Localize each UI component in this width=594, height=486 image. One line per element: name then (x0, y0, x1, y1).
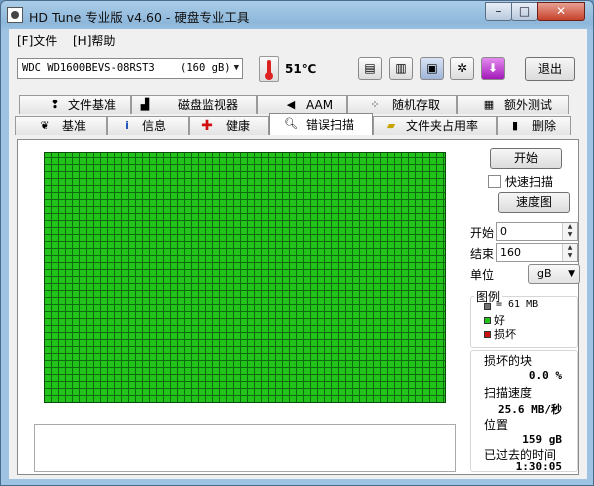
tab-label: 随机存取 (392, 98, 441, 112)
spinner-arrows-icon[interactable]: ▲ ▼ (562, 244, 577, 261)
scan-speed-label: 扫描速度 (484, 386, 533, 400)
position-label: 位置 (484, 418, 509, 432)
client-area: [F]文件 [H]帮助 WDC WD1600BEVS-08RST3 (160 g… (9, 29, 587, 479)
app-icon (7, 7, 23, 23)
tab-disk-monitor[interactable]: ▟ 磁盘监视器 (131, 95, 257, 114)
elapsed-time-value: 1:30:05 (515, 460, 562, 473)
end-position-value: 160 (500, 246, 521, 259)
menu-help[interactable]: [H]帮助 (73, 32, 115, 49)
tab-label: 磁盘监视器 (178, 98, 239, 112)
tab-file-benchmark[interactable]: ❢ 文件基准 (19, 95, 131, 114)
start-position-value: 0 (500, 225, 507, 238)
copy-text-icon[interactable]: ▤ (358, 57, 382, 80)
tab-label: 基准 (62, 119, 87, 133)
quick-scan-checkbox[interactable] (488, 175, 501, 188)
file-benchmark-icon: ❢ (50, 98, 60, 111)
title-bar[interactable]: HD Tune 专业版 v4.60 - 硬盘专业工具 – □ ✕ (1, 1, 594, 29)
tab-info[interactable]: i 信息 (107, 116, 189, 135)
temperature-value: 51℃ (285, 62, 317, 76)
legend-block-swatch (484, 303, 491, 310)
tab-label: 错误扫描 (306, 118, 355, 132)
scan-block-map (44, 152, 446, 403)
chevron-down-icon: ▼ (233, 63, 239, 73)
close-button[interactable]: ✕ (537, 2, 585, 21)
settings-icon[interactable]: ✲ (450, 57, 474, 80)
scan-log-box[interactable] (34, 424, 456, 472)
tab-random-access[interactable]: ⁘ 随机存取 (347, 95, 457, 114)
spinner-arrows-icon[interactable]: ▲ ▼ (562, 223, 577, 240)
legend-bad-label: 损坏 (494, 328, 516, 341)
error-scan-panel: 开始 快速扫描 速度图 开始 0 ▲ ▼ 结束 160 ▲ ▼ 单位 gB ▼ 图例… (17, 139, 580, 475)
app-window: HD Tune 专业版 v4.60 - 硬盘专业工具 – □ ✕ [F]文件 [… (0, 0, 594, 486)
tab-label: 删除 (532, 119, 557, 133)
maximize-button[interactable]: □ (511, 2, 538, 21)
legend-bad-swatch (484, 331, 491, 338)
tab-label: 文件基准 (68, 98, 117, 112)
start-position-input[interactable]: 0 ▲ ▼ (496, 222, 578, 241)
end-position-label: 结束 (470, 247, 495, 261)
trash-icon: ▮ (511, 119, 519, 132)
tab-extra-tests[interactable]: ▦ 额外测试 (457, 95, 569, 114)
damaged-blocks-label: 损坏的块 (484, 354, 533, 368)
tab-label: 信息 (142, 119, 167, 133)
unit-select-value: gB (537, 267, 552, 280)
tab-benchmark[interactable]: ❦ 基准 (15, 116, 107, 135)
tab-health[interactable]: ✚ 健康 (189, 116, 269, 135)
position-value: 159 gB (522, 433, 562, 446)
random-access-icon: ⁘ (370, 98, 380, 111)
download-icon[interactable]: ⬇ (481, 57, 505, 80)
tab-aam[interactable]: ◀ AAM (257, 95, 347, 114)
menu-file[interactable]: [F]文件 (17, 32, 57, 49)
health-cross-icon: ✚ (201, 118, 213, 134)
unit-label: 单位 (470, 268, 495, 282)
drive-select[interactable]: WDC WD1600BEVS-08RST3 (160 gB) ▼ (17, 58, 243, 79)
chevron-down-icon: ▼ (568, 269, 575, 279)
disk-monitor-icon: ▟ (140, 98, 150, 111)
speaker-icon: ◀ (286, 98, 296, 111)
info-icon: i (125, 119, 129, 132)
thermometer-icon[interactable] (259, 56, 279, 82)
unit-select[interactable]: gB ▼ (528, 264, 580, 284)
tab-error-scan[interactable]: 🔍︎ 错误扫描 (269, 113, 373, 135)
quick-scan-label: 快速扫描 (505, 175, 554, 189)
folder-icon: ▰ (386, 119, 396, 132)
copy-screenshot-icon[interactable]: ▥ (389, 57, 413, 80)
extra-tests-icon: ▦ (483, 98, 495, 111)
magnifier-icon: 🔍︎ (284, 117, 298, 130)
tab-label: 文件夹占用率 (406, 119, 479, 133)
tab-label: 健康 (226, 119, 251, 133)
start-position-label: 开始 (470, 226, 495, 240)
tab-erase[interactable]: ▮ 删除 (497, 116, 571, 135)
end-position-input[interactable]: 160 ▲ ▼ (496, 243, 578, 262)
menu-bar: [F]文件 [H]帮助 (9, 29, 587, 51)
window-title: HD Tune 专业版 v4.60 - 硬盘专业工具 (29, 10, 250, 25)
start-button[interactable]: 开始 (490, 148, 562, 169)
minimize-button[interactable]: – (485, 2, 512, 21)
tab-folder-usage[interactable]: ▰ 文件夹占用率 (373, 116, 497, 135)
save-icon[interactable]: ▣ (420, 57, 444, 80)
speed-map-button[interactable]: 速度图 (498, 192, 570, 213)
exit-button[interactable]: 退出 (525, 57, 575, 81)
scan-speed-value: 25.6 MB/秒 (498, 403, 562, 416)
legend-block-size: = 61 MB (496, 299, 539, 310)
legend-good-swatch (484, 317, 491, 324)
damaged-blocks-value: 0.0 % (528, 369, 562, 382)
drive-select-value: WDC WD1600BEVS-08RST3 (160 gB) (22, 62, 231, 74)
tab-label: AAM (306, 98, 334, 112)
tab-label: 额外测试 (504, 98, 553, 112)
lightbulb-icon: ❦ (40, 119, 50, 132)
